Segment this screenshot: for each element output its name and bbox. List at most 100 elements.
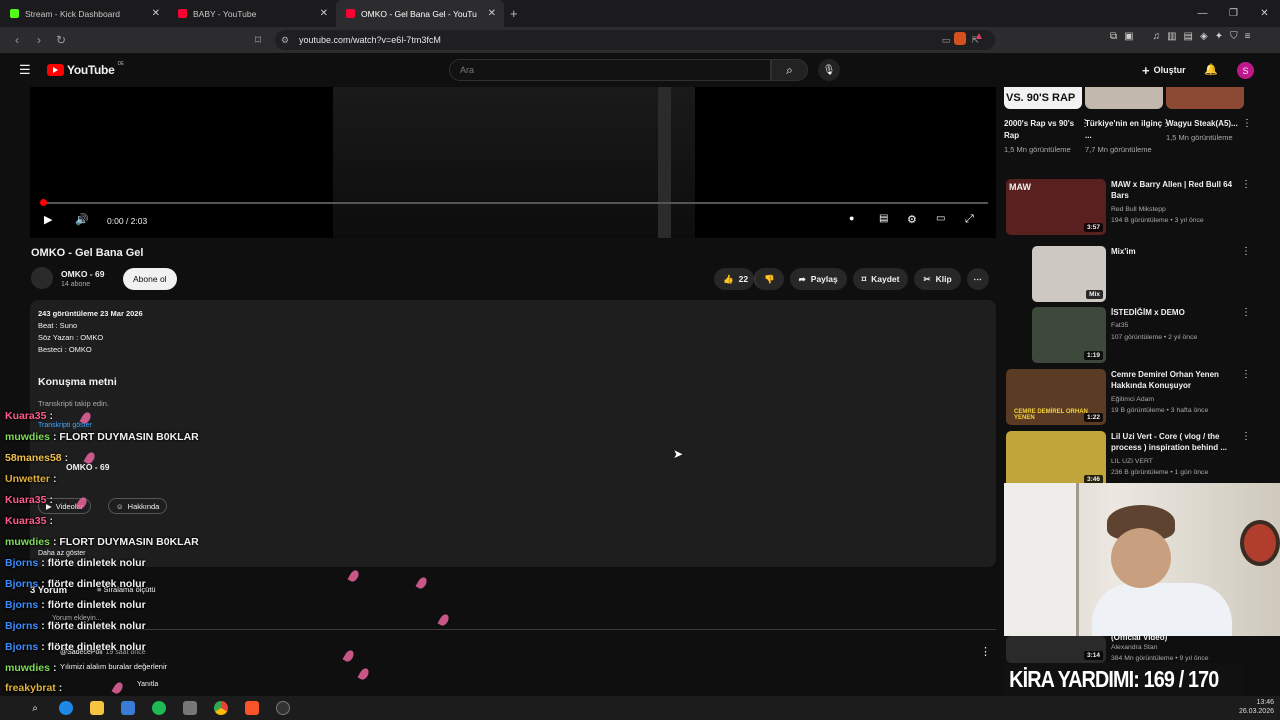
like-button[interactable]: 👍 22 [714, 268, 755, 290]
close-window-icon[interactable]: ✕ [1249, 8, 1280, 19]
chat-username[interactable]: Bjorns [5, 557, 38, 569]
more-icon[interactable]: ⋮ [1241, 246, 1251, 257]
spotify-icon[interactable] [152, 701, 166, 715]
more-icon[interactable]: ⋮ [1241, 307, 1251, 318]
close-icon[interactable]: ✕ [152, 8, 160, 19]
new-tab-icon[interactable]: + [510, 6, 518, 21]
show-less-button[interactable]: Daha az göster [38, 550, 85, 557]
close-icon[interactable]: ✕ [320, 8, 328, 19]
forward-icon[interactable]: › [28, 33, 50, 47]
autoplay-toggle-icon[interactable]: ● [849, 213, 854, 223]
progress-bar[interactable] [40, 199, 988, 206]
youtube-logo[interactable]: YouTube DE [47, 61, 124, 77]
chat-username[interactable]: Bjorns [5, 599, 38, 611]
chat-username[interactable]: Bjorns [5, 620, 38, 632]
recommendation-item[interactable]: MAW 3:57 MAW x Barry Allen | Red Bull 64 … [1006, 179, 1256, 237]
recommendation-item[interactable]: CEMRE DEMİREL ORHAN YENEN 1:22 Cemre Demi… [1006, 369, 1256, 427]
video-player[interactable]: ▶ 🔊 0:00 / 2:03 ● ▤ ⚙ ▭ ⤢ [30, 87, 996, 238]
chrome-icon[interactable] [214, 701, 228, 715]
chat-username[interactable]: muwdies [5, 536, 50, 548]
vpn-icon[interactable]: ◈ [1200, 31, 1208, 42]
more-icon[interactable]: ⋮ [1242, 118, 1252, 129]
channel-avatar[interactable] [31, 267, 53, 289]
comment-menu-icon[interactable]: ⋮ [980, 645, 991, 658]
avatar[interactable]: S [1237, 62, 1254, 79]
close-icon[interactable]: ✕ [488, 8, 496, 19]
theater-mode-icon[interactable]: ▭ [936, 213, 945, 224]
bookmark-icon[interactable]: ⌑ [247, 33, 269, 47]
brave-shield-icon[interactable] [954, 32, 966, 45]
settings-gear-icon[interactable]: ⚙ [907, 213, 917, 226]
recommendation-item[interactable]: 3:14 (Official Video) Alexandra Stan 384… [1006, 633, 1256, 663]
subscribe-button[interactable]: Abone ol [123, 268, 177, 290]
recommendation-item[interactable]: 1:19 İSTEDİĞİM x DEMO Fat35 107 görüntül… [1006, 307, 1256, 365]
restore-icon[interactable]: ❐ [1218, 8, 1249, 19]
recommendation-item[interactable]: Mix Mix'im ⋮ [1006, 246, 1256, 304]
chat-username[interactable]: Unwetter [5, 473, 50, 485]
chat-username[interactable]: Bjorns [5, 641, 38, 653]
reply-button[interactable]: Yanıtla [137, 681, 158, 688]
short-card[interactable]: Wagyu Steak(A5)... 1,5 Mn görüntüleme ⋮ [1166, 87, 1252, 144]
short-card[interactable]: Türkiye'nin en ilginç ... 7,7 Mn görüntü… [1085, 87, 1171, 156]
back-icon[interactable]: ‹ [6, 33, 28, 47]
chat-username[interactable]: muwdies [5, 662, 50, 674]
thumbnail-text: MAW [1009, 182, 1031, 192]
more-icon[interactable]: ⋮ [1241, 179, 1251, 190]
chat-username[interactable]: 58manes58 [5, 452, 62, 464]
clip-button[interactable]: ✂ Klip [914, 268, 961, 290]
chat-username[interactable]: Kuara35 [5, 410, 46, 422]
obs-icon[interactable] [276, 701, 290, 715]
wallet-icon[interactable]: ▣ [1124, 31, 1133, 42]
more-icon[interactable]: ⋮ [1241, 431, 1251, 442]
create-button[interactable]: + Oluştur [1134, 61, 1194, 79]
tab-baby[interactable]: BABY - YouTube ✕ [168, 0, 336, 27]
brave-icon[interactable] [245, 701, 259, 715]
scrubber-handle[interactable] [40, 199, 47, 206]
more-actions-button[interactable]: ⋯ [966, 268, 989, 290]
site-info-icon[interactable]: ⚙ [281, 35, 289, 46]
search-input[interactable]: Ara [449, 59, 771, 81]
search-icon[interactable]: ⌕ [28, 701, 42, 715]
system-clock[interactable]: 13:46 26.03.2026 [1239, 698, 1274, 716]
fullscreen-icon[interactable]: ⤢ [965, 213, 974, 226]
reload-icon[interactable]: ↻ [50, 33, 72, 47]
sidebar-icon[interactable]: ▥ [1167, 31, 1176, 42]
calculator-icon[interactable] [183, 701, 197, 715]
extension-icon[interactable]: ⧉ [1110, 31, 1117, 42]
menu-icon[interactable]: ≡ [1245, 31, 1251, 42]
search-button[interactable]: ⌕ [771, 59, 808, 81]
chat-username[interactable]: Kuara35 [5, 515, 46, 527]
play-icon[interactable]: ▶ [44, 213, 52, 226]
store-icon[interactable] [121, 701, 135, 715]
chat-username[interactable]: Bjorns [5, 578, 38, 590]
reader-icon[interactable]: ▤ [1184, 31, 1193, 42]
recommendation-item[interactable]: 3:46 Lil Uzi Vert - Core ( vlog / the pr… [1006, 431, 1256, 489]
music-icon[interactable]: ♫ [1153, 31, 1161, 42]
save-button[interactable]: ⌑ Kaydet [852, 268, 909, 290]
voice-search-button[interactable]: 🎙 [818, 59, 840, 81]
subtitles-icon[interactable]: ▤ [879, 213, 888, 224]
tab-kick[interactable]: Stream - Kick Dashboard ✕ [0, 0, 168, 27]
url-field[interactable]: ⚙ youtube.com/watch?v=e6l-7tm3fcM ▭⌕⇱ [275, 30, 995, 50]
chat-username[interactable]: muwdies [5, 431, 50, 443]
more-icon[interactable]: ⋮ [1241, 369, 1251, 380]
hamburger-menu-icon[interactable]: ☰ [19, 62, 31, 78]
chat-username[interactable]: freakybrat [5, 682, 56, 694]
channel-name[interactable]: OMKO - 69 [61, 269, 104, 279]
puzzle-icon[interactable]: ✦ [1215, 31, 1223, 42]
folder-icon[interactable] [90, 701, 104, 715]
edge-icon[interactable] [59, 701, 73, 715]
bell-icon[interactable]: 🔔 [1204, 63, 1218, 76]
about-tab-button[interactable]: ☺ Hakkında [108, 498, 168, 514]
short-card[interactable]: VS. 90'S RAP 2000's Rap vs 90's Rap 1,5 … [1004, 87, 1090, 156]
thumbs-up-icon: 👍 [723, 273, 734, 284]
dislike-button[interactable]: 👎 [754, 268, 784, 290]
volume-icon[interactable]: 🔊 [75, 213, 89, 226]
chat-username[interactable]: Kuara35 [5, 494, 46, 506]
share-button[interactable]: ➦ Paylaş [789, 268, 847, 290]
shield-icon[interactable]: ⛉ [1230, 31, 1238, 42]
minimize-icon[interactable]: — [1187, 8, 1218, 19]
view-count: 243 görüntüleme [38, 309, 99, 318]
rewards-icon[interactable]: ▲ [974, 31, 984, 42]
tab-omko[interactable]: OMKO - Gel Bana Gel - YouTu ✕ [336, 0, 504, 27]
